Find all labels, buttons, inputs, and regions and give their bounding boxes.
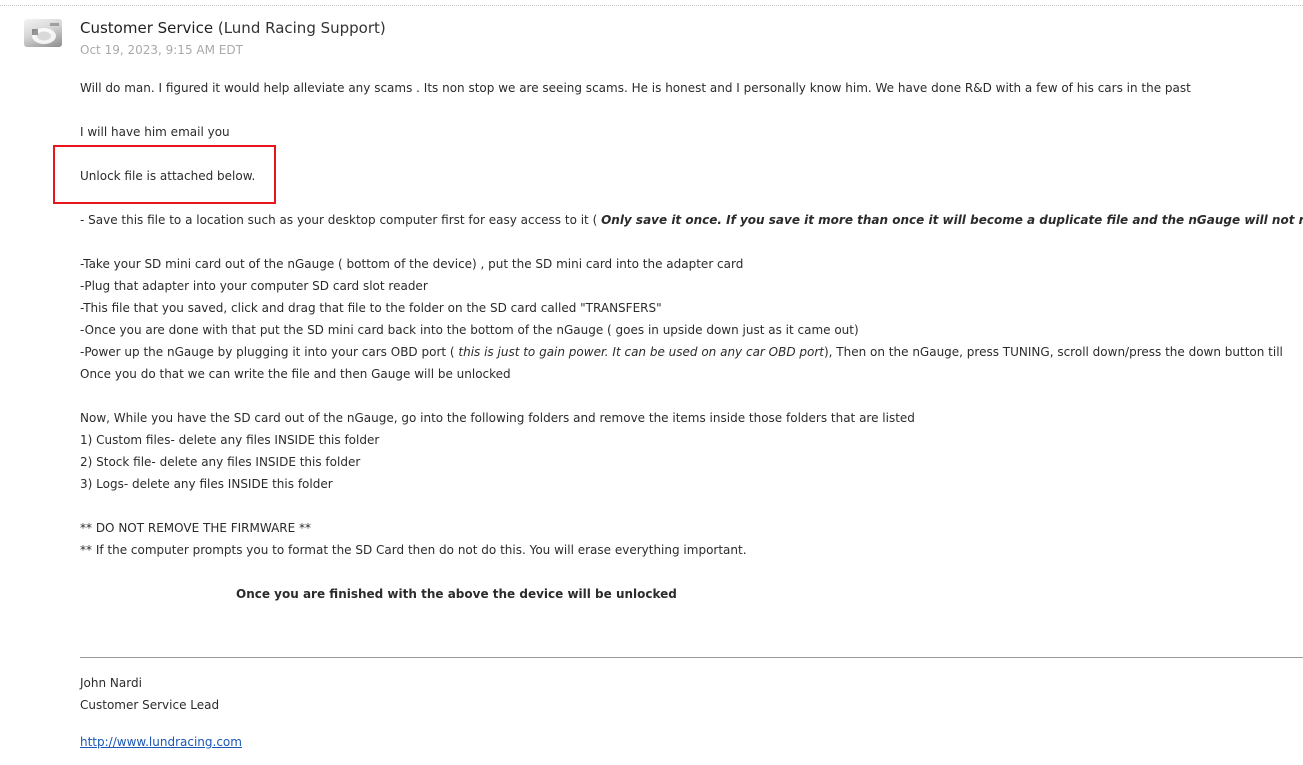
sender-avatar[interactable] bbox=[24, 19, 62, 47]
step-1: -Take your SD mini card out of the nGaug… bbox=[80, 257, 744, 271]
sender-name[interactable]: Customer Service bbox=[80, 19, 213, 37]
signature-name: John Nardi bbox=[80, 676, 142, 690]
signature-divider bbox=[80, 657, 1303, 658]
message-date: Oct 19, 2023, 9:15 AM EDT bbox=[80, 43, 243, 57]
sender-line: Customer Service (Lund Racing Support) bbox=[80, 19, 386, 37]
step-3: -This file that you saved, click and dra… bbox=[80, 301, 662, 315]
folders-intro: Now, While you have the SD card out of t… bbox=[80, 411, 915, 425]
signature-website-link[interactable]: http://www.lundracing.com bbox=[80, 735, 242, 749]
save-instruction-emphasis: Only save it once. If you save it more t… bbox=[601, 213, 1303, 227]
sender-org: (Lund Racing Support) bbox=[217, 19, 386, 37]
body-paragraph-1: Will do man. I figured it would help all… bbox=[80, 81, 1191, 95]
folder-item-2: 2) Stock file- delete any files INSIDE t… bbox=[80, 455, 361, 469]
save-instruction-text: - Save this file to a location such as y… bbox=[80, 213, 602, 227]
step-4: -Once you are done with that put the SD … bbox=[80, 323, 859, 337]
step-6: Once you do that we can write the file a… bbox=[80, 367, 511, 381]
warning-format: ** If the computer prompts you to format… bbox=[80, 543, 747, 557]
warning-firmware: ** DO NOT REMOVE THE FIRMWARE ** bbox=[80, 521, 312, 535]
step-2: -Plug that adapter into your computer SD… bbox=[80, 279, 428, 293]
step-5-prefix: -Power up the nGauge by plugging it into… bbox=[80, 345, 459, 359]
highlight-annotation-box bbox=[53, 145, 276, 204]
folder-item-1: 1) Custom files- delete any files INSIDE… bbox=[80, 433, 380, 447]
step-5-suffix: ), Then on the nGauge, press TUNING, scr… bbox=[824, 345, 1283, 359]
top-divider bbox=[0, 5, 1303, 6]
signature-title: Customer Service Lead bbox=[80, 698, 220, 712]
final-note: Once you are finished with the above the… bbox=[236, 587, 677, 601]
step-5-italic: this is just to gain power. It can be us… bbox=[458, 345, 824, 359]
avatar-image-icon bbox=[32, 23, 59, 44]
body-paragraph-2: I will have him email you bbox=[80, 125, 230, 139]
step-5: -Power up the nGauge by plugging it into… bbox=[80, 345, 1283, 359]
save-instruction: - Save this file to a location such as y… bbox=[80, 213, 1303, 227]
folder-item-3: 3) Logs- delete any files INSIDE this fo… bbox=[80, 477, 333, 491]
